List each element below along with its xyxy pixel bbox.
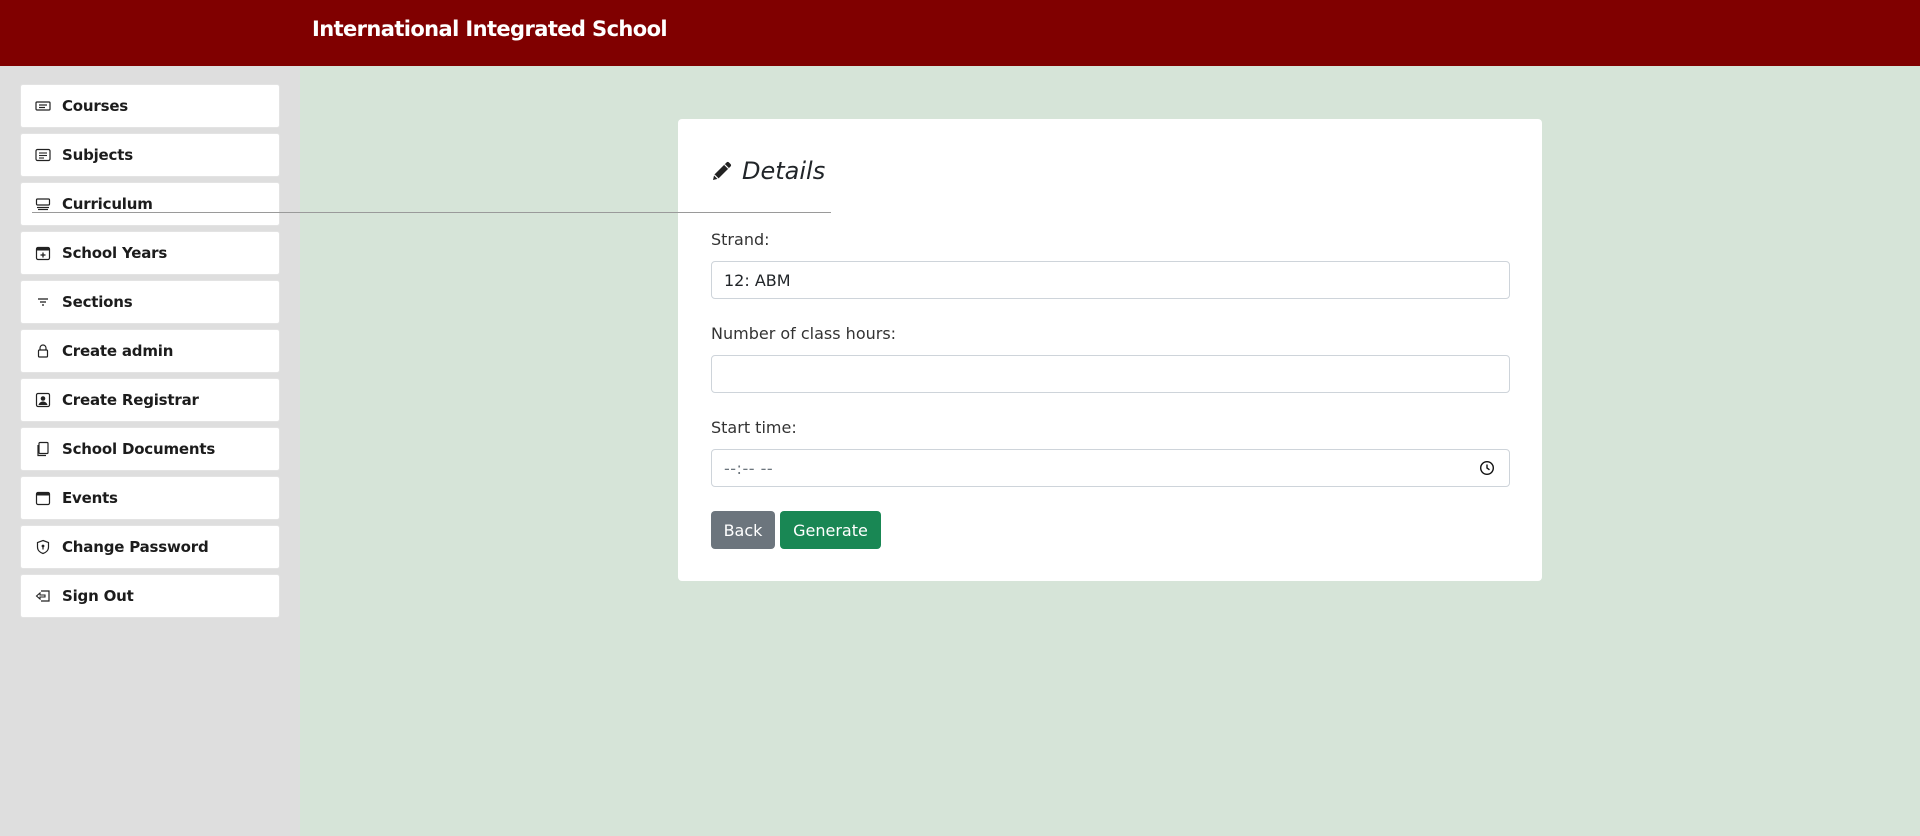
strand-label: Strand: <box>711 230 770 249</box>
person-badge-icon <box>35 392 51 408</box>
clock-icon[interactable] <box>1479 460 1495 476</box>
sidebar-item-label: Events <box>62 489 118 507</box>
start-time-value: --:-- -- <box>724 458 774 478</box>
sidebar-item-label: Create admin <box>62 342 174 360</box>
filter-icon <box>35 294 51 310</box>
sidebar-item-label: Courses <box>62 97 129 115</box>
sidebar-item-label: School Documents <box>62 440 216 458</box>
stack-icon <box>35 196 51 212</box>
sidebar-item-create-registrar[interactable]: Create Registrar <box>20 378 280 422</box>
start-time-label: Start time: <box>711 418 797 437</box>
class-hours-label: Number of class hours: <box>711 324 897 343</box>
ticket-icon <box>35 98 51 114</box>
list-card-icon <box>35 147 51 163</box>
shield-icon <box>35 539 51 555</box>
sidebar-item-events[interactable]: Events <box>20 476 280 520</box>
class-hours-field[interactable] <box>711 355 1510 393</box>
sidebar-item-subjects[interactable]: Subjects <box>20 133 280 177</box>
sidebar-item-label: Change Password <box>62 538 209 556</box>
sidebar-item-change-password[interactable]: Change Password <box>20 525 280 569</box>
sidebar-item-create-admin[interactable]: Create admin <box>20 329 280 373</box>
calendar-plus-icon <box>35 245 51 261</box>
sidebar-item-school-documents[interactable]: School Documents <box>20 427 280 471</box>
calendar-icon <box>35 490 51 506</box>
sidebar-item-sections[interactable]: Sections <box>20 280 280 324</box>
generate-button[interactable]: Generate <box>780 511 881 549</box>
sidebar-item-sign-out[interactable]: Sign Out <box>20 574 280 618</box>
sidebar-item-label: Subjects <box>62 146 133 164</box>
strand-field[interactable] <box>711 261 1510 299</box>
sidebar: Courses Subjects Curriculum School Years… <box>0 66 300 836</box>
sidebar-item-courses[interactable]: Courses <box>20 84 280 128</box>
sidebar-item-label: Sign Out <box>62 587 134 605</box>
sidebar-item-label: Create Registrar <box>62 391 199 409</box>
sidebar-item-school-years[interactable]: School Years <box>20 231 280 275</box>
sign-out-icon <box>35 588 51 604</box>
card-title: Details <box>742 157 826 185</box>
title-divider <box>32 212 831 213</box>
start-time-field[interactable]: --:-- -- <box>711 449 1510 487</box>
sidebar-item-label: School Years <box>62 244 168 262</box>
back-button[interactable]: Back <box>711 511 775 549</box>
sidebar-item-label: Curriculum <box>62 195 153 213</box>
documents-icon <box>35 441 51 457</box>
school-name: International Integrated School <box>312 17 668 41</box>
pencil-icon <box>713 161 732 180</box>
lock-icon <box>35 343 51 359</box>
sidebar-item-label: Sections <box>62 293 133 311</box>
card-header: Details <box>710 157 825 185</box>
top-bar: International Integrated School <box>0 0 1920 66</box>
sidebar-item-curriculum[interactable]: Curriculum <box>20 182 280 226</box>
